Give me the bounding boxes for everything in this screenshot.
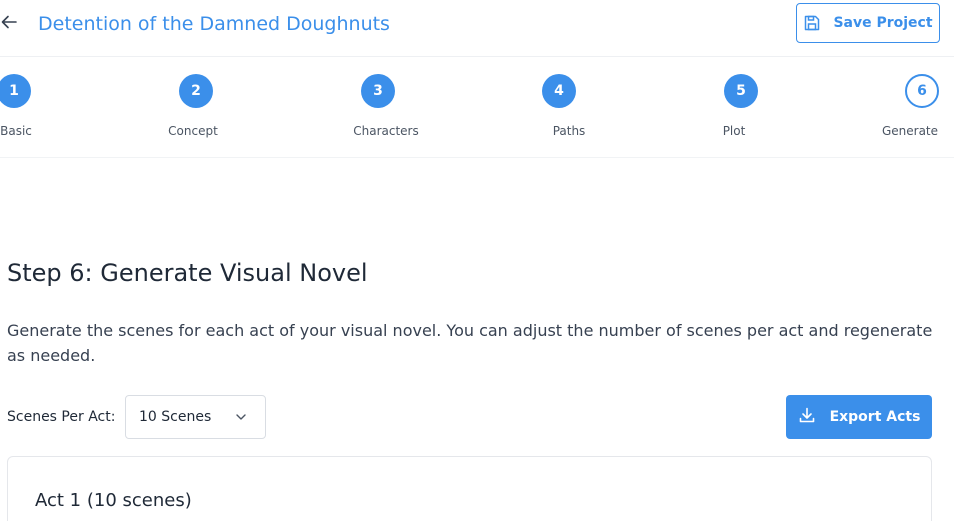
export-acts-button[interactable]: Export Acts (786, 395, 932, 439)
step-number: 6 (905, 74, 939, 108)
step-number: 1 (0, 74, 31, 108)
step-number: 5 (724, 74, 758, 108)
step-label: Paths (552, 124, 586, 138)
page-heading: Step 6: Generate Visual Novel (7, 259, 368, 287)
step-number: 4 (542, 74, 576, 108)
scenes-per-act-select[interactable]: 10 Scenes (125, 395, 266, 439)
scenes-per-act-value: 10 Scenes (139, 409, 212, 425)
step-number: 3 (361, 74, 395, 108)
step-label: Generate (881, 124, 939, 138)
step-number: 2 (179, 74, 213, 108)
step-label: Characters (353, 124, 419, 138)
back-button[interactable] (0, 12, 20, 36)
step-description: Generate the scenes for each act of your… (7, 321, 933, 365)
save-project-label: Save Project (833, 15, 933, 31)
floppy-disk-icon (803, 14, 821, 32)
step-label: Plot (722, 124, 746, 138)
act-title: Act 1 (10 scenes) (35, 490, 192, 511)
chevron-down-icon (235, 411, 247, 427)
step-progress: 1 Basic 2 Concept 3 Characters 4 Paths 5… (0, 58, 954, 158)
act-card: Act 1 (10 scenes) (7, 456, 932, 521)
export-acts-label: Export Acts (829, 409, 921, 425)
step-label: Basic (0, 124, 32, 138)
scenes-per-act-label: Scenes Per Act: (7, 409, 116, 425)
project-title: Detention of the Damned Doughnuts (38, 13, 390, 35)
app-header: Detention of the Damned Doughnuts Save P… (0, 0, 954, 57)
save-project-button[interactable]: Save Project (796, 3, 940, 43)
arrow-left-icon (0, 13, 18, 35)
step-label: Concept (168, 124, 218, 138)
download-icon (798, 406, 816, 428)
